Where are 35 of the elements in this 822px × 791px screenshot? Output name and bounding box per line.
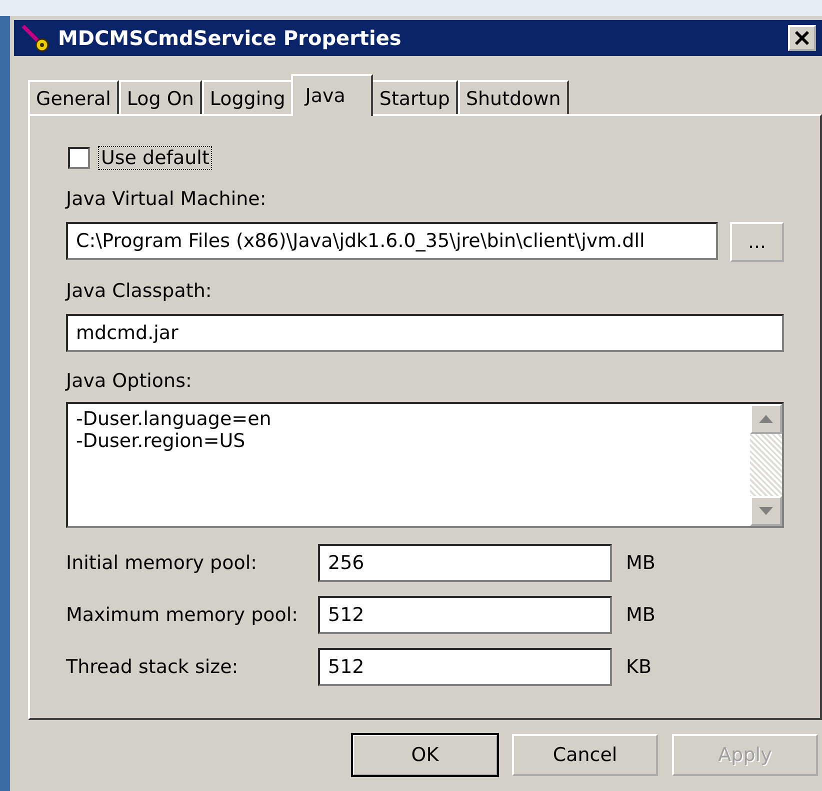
input-field[interactable]: 512 bbox=[318, 596, 612, 634]
option-line: -Duser.language=en bbox=[76, 408, 272, 430]
input-field[interactable]: 512 bbox=[318, 648, 612, 686]
input-field[interactable]: mdcmd.jar bbox=[66, 314, 784, 352]
checkbox[interactable] bbox=[68, 147, 90, 169]
app-icon bbox=[20, 23, 50, 53]
field-label: Thread stack size: bbox=[66, 656, 240, 678]
checkbox-label[interactable]: Use default bbox=[98, 146, 212, 170]
input-field[interactable]: C:\Program Files (x86)\Java\jdk1.6.0_35\jre\bin\client\jvm.dll bbox=[66, 222, 718, 260]
browse-button[interactable]: ... bbox=[730, 222, 784, 262]
tab[interactable]: Java bbox=[291, 74, 374, 116]
field-label: Java Options: bbox=[66, 370, 193, 392]
unit-label: KB bbox=[626, 656, 652, 678]
down-arrow-icon bbox=[759, 507, 773, 515]
unit-label: MB bbox=[626, 604, 656, 626]
input-field[interactable]: 256 bbox=[318, 544, 612, 582]
tab[interactable]: Logging bbox=[202, 80, 294, 116]
option-line: -Duser.region=US bbox=[76, 430, 246, 452]
tab[interactable]: Shutdown bbox=[458, 80, 569, 116]
up-arrow-icon bbox=[759, 415, 773, 423]
scrollbar[interactable] bbox=[750, 404, 782, 526]
dialog-button[interactable]: OK bbox=[352, 734, 498, 776]
tab[interactable]: Startup bbox=[371, 80, 458, 116]
field-label: Initial memory pool: bbox=[66, 552, 258, 574]
tab[interactable]: Log On bbox=[118, 80, 202, 116]
tab[interactable]: General bbox=[28, 80, 119, 116]
close-icon bbox=[794, 30, 810, 46]
text-area[interactable]: -Duser.language=en -Duser.region=US bbox=[66, 402, 784, 528]
close-button[interactable] bbox=[788, 25, 816, 51]
unit-label: MB bbox=[626, 552, 656, 574]
window-title: MDCMSCmdService Properties bbox=[58, 26, 402, 50]
field-label: Maximum memory pool: bbox=[66, 604, 300, 626]
dialog-button[interactable]: Cancel bbox=[512, 734, 658, 776]
field-label: Java Virtual Machine: bbox=[66, 188, 268, 210]
field-label: Java Classpath: bbox=[66, 280, 213, 302]
